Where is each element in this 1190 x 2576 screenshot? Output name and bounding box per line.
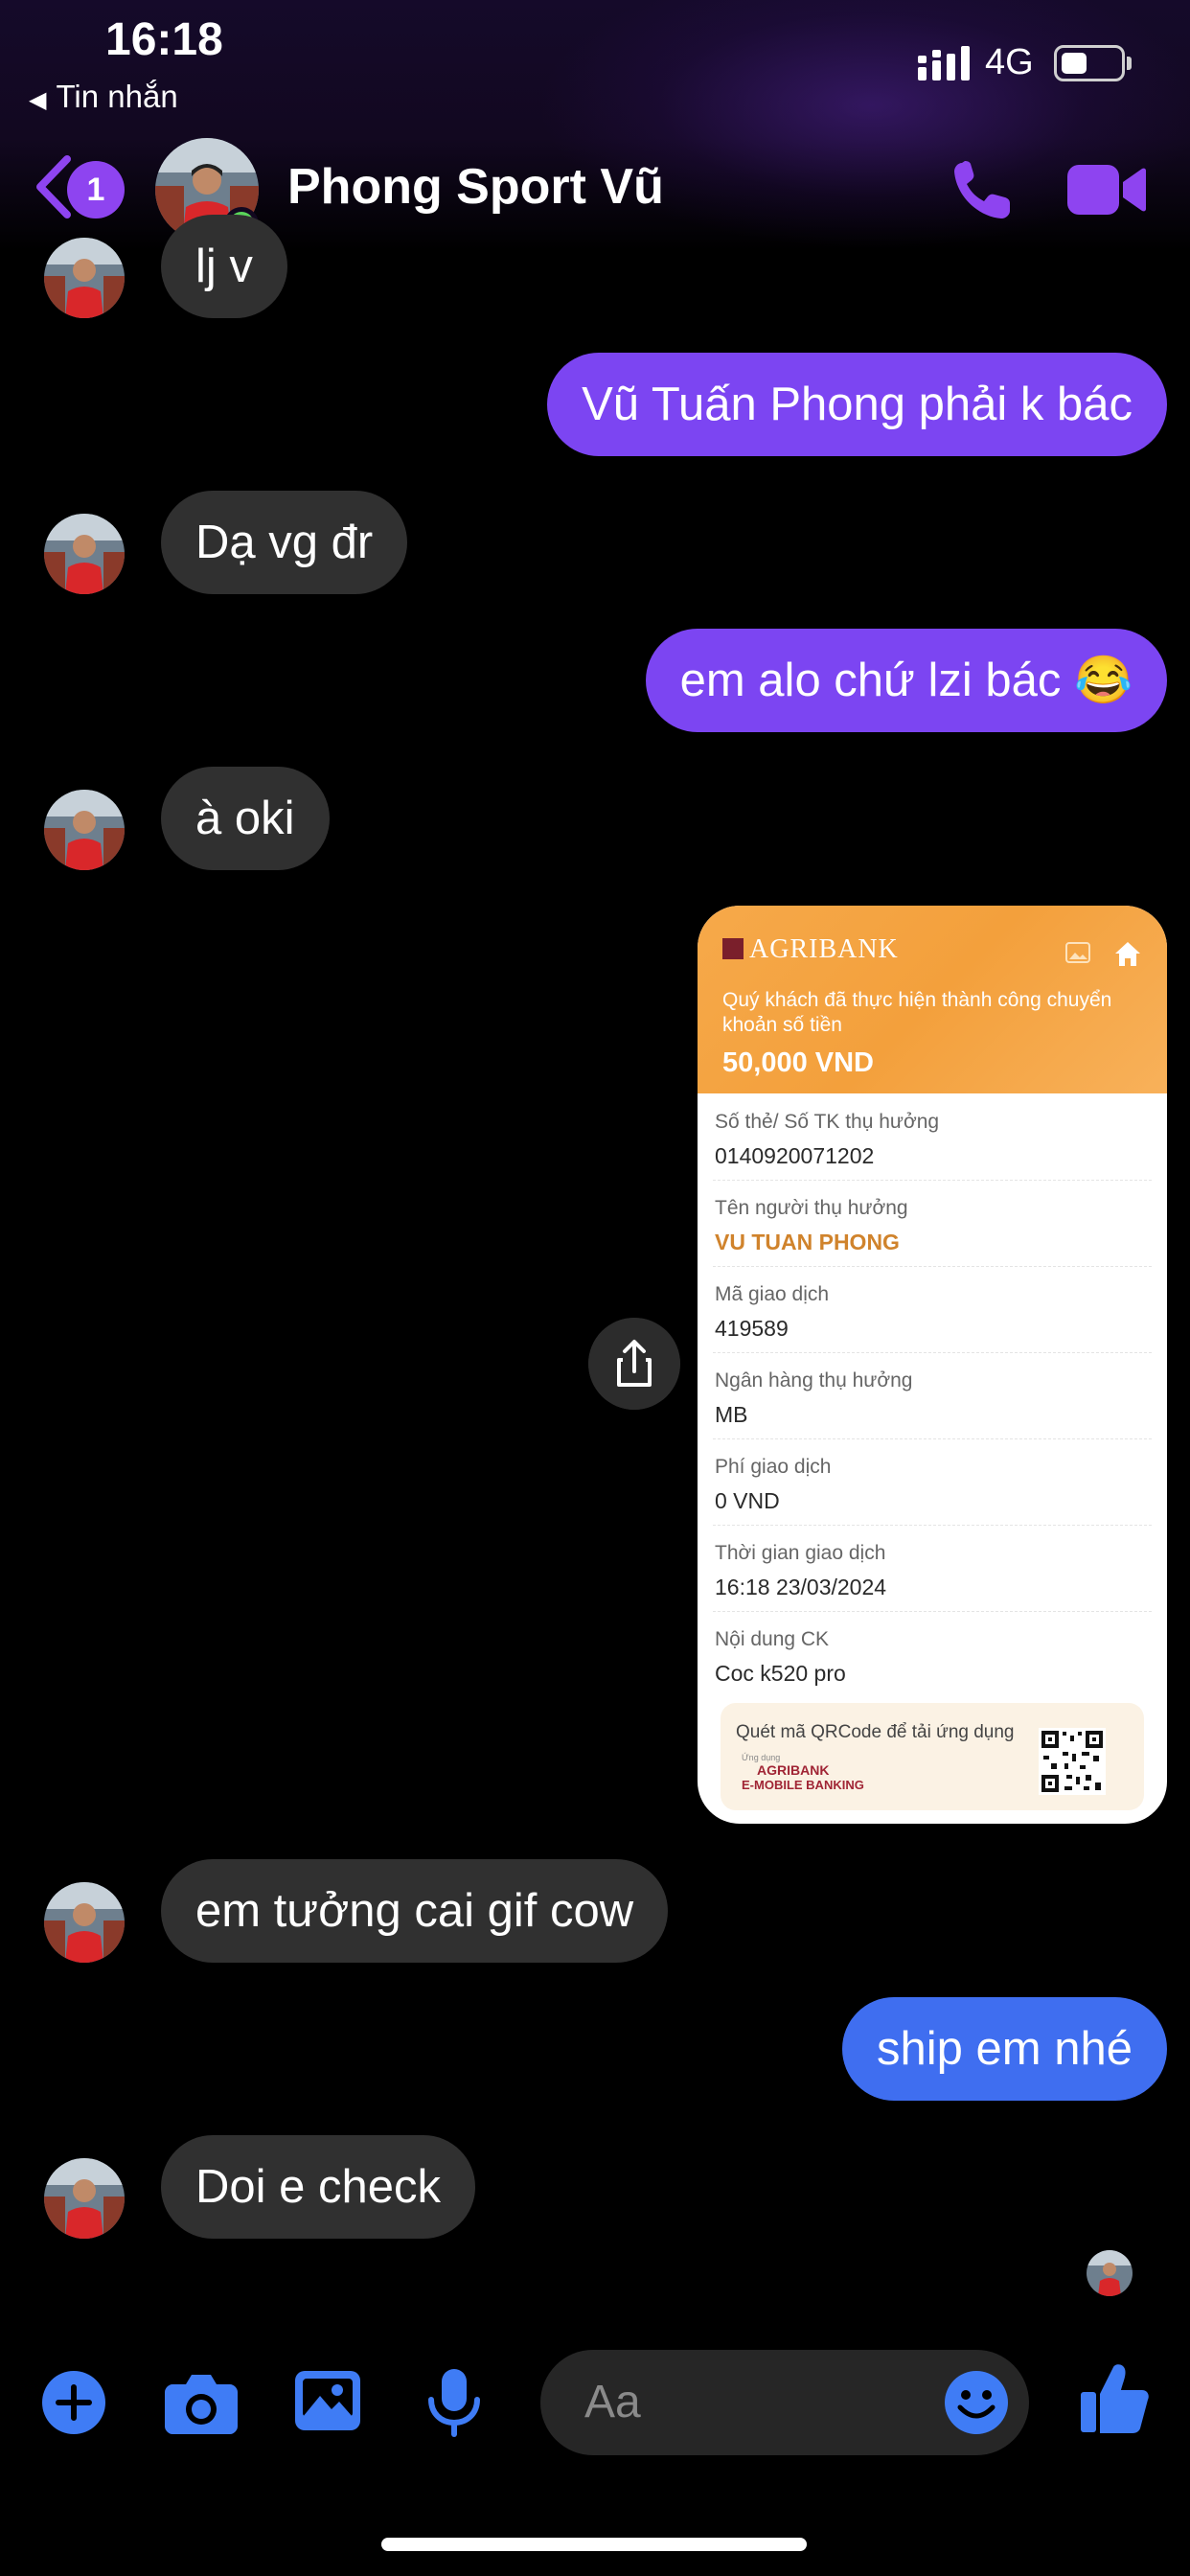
seen-receipt-avatar xyxy=(1087,2250,1133,2296)
message-bubble-incoming[interactable]: Dạ vg đr xyxy=(161,491,408,594)
contact-name[interactable]: Phong Sport Vũ xyxy=(287,158,664,216)
receipt-row-value: 0140920071202 xyxy=(715,1143,875,1168)
bank-logo: AGRIBANK xyxy=(722,934,899,965)
qr-download-text: Quét mã QRCode để tải ứng dụng xyxy=(736,1722,1015,1742)
receipt-intro: Quý khách đã thực hiện thành công chuyển… xyxy=(722,989,1112,1036)
back-app-label: Tin nhắn xyxy=(56,79,178,114)
network-type: 4G xyxy=(985,42,1034,82)
status-time: 16:18 xyxy=(105,14,223,65)
sender-avatar[interactable] xyxy=(44,1882,125,1963)
plus-icon[interactable] xyxy=(40,2369,107,2436)
receipt-row: Mã giao dịch 419589 xyxy=(713,1266,1152,1353)
receipt-row: Nội dung CK Coc k520 pro xyxy=(713,1611,1152,1697)
thumbs-up-icon[interactable] xyxy=(1081,2361,1150,2434)
back-triangle-icon: ◀ xyxy=(29,87,47,113)
receipt-row-value: MB xyxy=(715,1402,748,1427)
receipt-row: Tên người thụ hưởng VU TUAN PHONG xyxy=(713,1180,1152,1267)
emoji-icon[interactable] xyxy=(943,2369,1010,2436)
app-name: AGRIBANK xyxy=(757,1762,830,1778)
sender-avatar[interactable] xyxy=(44,514,125,594)
sender-avatar[interactable] xyxy=(44,2158,125,2239)
sender-avatar[interactable] xyxy=(44,238,125,318)
transfer-receipt-image[interactable]: AGRIBANK Quý khách đã thực hiện thành cô… xyxy=(698,906,1167,1824)
receipt-row-value: 419589 xyxy=(715,1316,789,1341)
receipt-row: Số thẻ/ Số TK thụ hưởng 0140920071202 xyxy=(713,1093,1152,1181)
receipt-row-label: Nội dung CK xyxy=(715,1628,830,1650)
message-bubble-outgoing[interactable]: em alo chứ lzi bác 😂 xyxy=(645,629,1167,732)
receipt-row-label: Tên người thụ hưởng xyxy=(715,1197,908,1219)
video-camera-icon[interactable] xyxy=(1067,161,1146,218)
home-icon xyxy=(1115,942,1140,966)
message-input-placeholder: Aa xyxy=(584,2377,641,2427)
image-icon xyxy=(1065,942,1090,963)
receipt-row-label: Số thẻ/ Số TK thụ hưởng xyxy=(715,1111,940,1133)
back-to-app-link[interactable]: ◀ Tin nhắn xyxy=(29,79,178,115)
phone-icon[interactable] xyxy=(949,157,1016,224)
app-mini-label: Ứng dụng xyxy=(742,1753,781,1762)
message-bubble-incoming[interactable]: lj v xyxy=(161,215,287,318)
message-bubble-outgoing[interactable]: Vũ Tuấn Phong phải k bác xyxy=(547,353,1167,456)
receipt-row-value: VU TUAN PHONG xyxy=(715,1230,900,1254)
message-bubble-outgoing[interactable]: ship em nhé xyxy=(842,1997,1167,2101)
qr-code xyxy=(1039,1728,1106,1795)
signal-icon xyxy=(918,46,970,80)
receipt-row-label: Ngân hàng thụ hưởng xyxy=(715,1369,913,1392)
receipt-row-value: Coc k520 pro xyxy=(715,1661,846,1686)
message-bubble-incoming[interactable]: à oki xyxy=(161,767,330,870)
receipt-row-label: Phí giao dịch xyxy=(715,1456,832,1478)
home-indicator[interactable] xyxy=(381,2538,807,2551)
share-icon[interactable] xyxy=(588,1318,680,1410)
battery-nub xyxy=(1127,57,1132,70)
receipt-row: Ngân hàng thụ hưởng MB xyxy=(713,1352,1152,1439)
image-icon[interactable] xyxy=(293,2367,362,2434)
receipt-row-label: Mã giao dịch xyxy=(715,1283,830,1305)
sender-avatar[interactable] xyxy=(44,790,125,870)
microphone-icon[interactable] xyxy=(425,2367,483,2438)
message-bubble-incoming[interactable]: Doi e check xyxy=(161,2135,476,2239)
receipt-row: Phí giao dịch 0 VND xyxy=(713,1438,1152,1526)
app-download-banner: Quét mã QRCode để tải ứng dụng Ứng dụng … xyxy=(721,1703,1144,1810)
receipt-row-value: 0 VND xyxy=(715,1488,780,1513)
receipt-row-label: Thời gian giao dịch xyxy=(715,1542,886,1564)
receipt-row-value: 16:18 23/03/2024 xyxy=(715,1575,887,1599)
battery-icon xyxy=(1054,45,1125,81)
app-subtitle: E-MOBILE BANKING xyxy=(742,1778,864,1792)
receipt-amount: 50,000 VND xyxy=(722,1047,874,1078)
message-bubble-incoming[interactable]: em tưởng cai gif cow xyxy=(161,1859,669,1963)
receipt-row: Thời gian giao dịch 16:18 23/03/2024 xyxy=(713,1525,1152,1612)
camera-icon[interactable] xyxy=(165,2369,238,2436)
unread-badge[interactable]: 1 xyxy=(67,161,125,218)
